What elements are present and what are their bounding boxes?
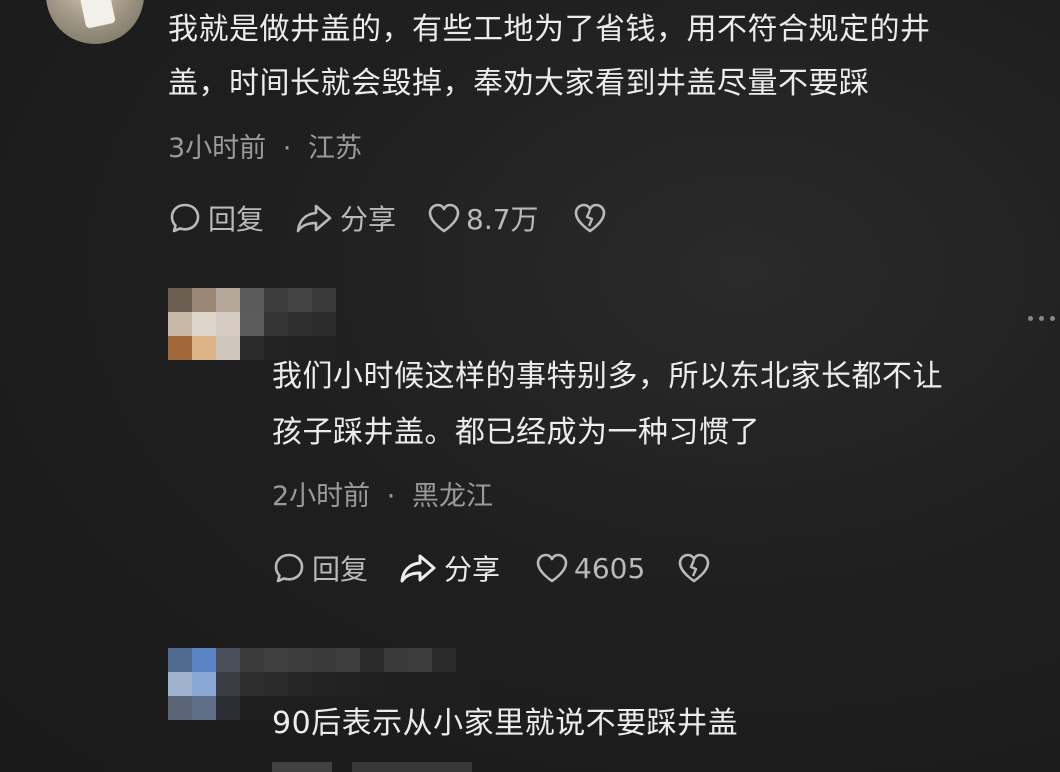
like-button[interactable]: 4605 [534, 551, 645, 585]
share-arrow-icon [398, 551, 438, 585]
comment-bubble-icon [168, 201, 202, 235]
share-arrow-icon [294, 201, 334, 235]
comment-text: 我们小时候这样的事特别多，所以东北家长都不让 [272, 359, 943, 394]
reply-button[interactable]: 回复 [272, 548, 368, 588]
meta-separator: · [282, 133, 292, 164]
like-count: 8.7万 [466, 203, 539, 236]
dislike-button[interactable] [573, 201, 607, 235]
reply-button[interactable]: 回复 [168, 198, 264, 238]
broken-heart-icon [573, 201, 607, 235]
more-dots-icon[interactable] [1028, 316, 1055, 321]
comment-time: 2小时前 [272, 481, 371, 512]
like-count: 4605 [574, 551, 646, 585]
comment-text: 孩子踩井盖。都已经成为一种习惯了 [272, 415, 760, 450]
comment-actions: 回复 分享 8.7万 [168, 198, 607, 238]
avatar[interactable] [46, 0, 144, 44]
heart-icon [426, 201, 462, 235]
comment-text: 盖，时间长就会毁掉，奉劝大家看到井盖尽量不要踩 [168, 66, 870, 101]
comment-region: 江苏 [307, 133, 362, 164]
reply-label: 回复 [208, 203, 265, 236]
reply-label: 回复 [312, 553, 369, 586]
avatar-figure [78, 0, 116, 29]
comment-text: 我就是做井盖的，有些工地为了省钱，用不符合规定的井 [168, 12, 931, 47]
share-label: 分享 [444, 553, 501, 586]
comment-actions: 回复 分享 4605 [272, 548, 711, 588]
share-button[interactable]: 分享 [294, 198, 396, 238]
broken-heart-icon [677, 551, 711, 585]
dislike-button[interactable] [677, 551, 711, 585]
comment-meta: 3小时前 · 江苏 [168, 126, 362, 165]
share-label: 分享 [340, 203, 397, 236]
meta-separator: · [386, 481, 396, 512]
comment-feed: 我就是做井盖的，有些工地为了省钱，用不符合规定的井 盖，时间长就会毁掉，奉劝大家… [0, 0, 1060, 772]
comment-meta: 2小时前 · 黑龙江 [272, 474, 493, 513]
like-button[interactable]: 8.7万 [426, 198, 539, 238]
share-button[interactable]: 分享 [398, 548, 500, 588]
comment-time: 3小时前 [168, 133, 267, 164]
heart-icon [534, 551, 570, 585]
comment-bubble-icon [272, 551, 306, 585]
comment-region: 黑龙江 [411, 481, 493, 512]
comment-text: 90后表示从小家里就说不要踩井盖 [272, 706, 739, 741]
comment-meta-cutoff [272, 762, 472, 772]
